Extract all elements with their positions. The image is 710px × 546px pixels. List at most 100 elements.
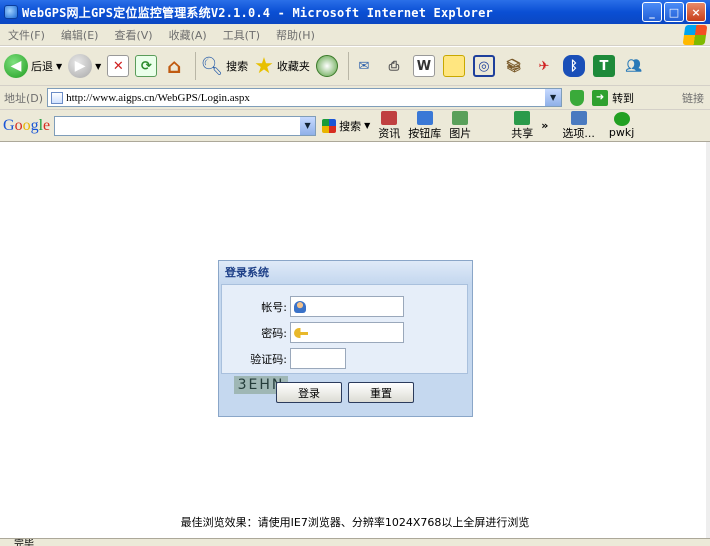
favorites-label: 收藏夹: [276, 60, 310, 73]
code-input[interactable]: [290, 348, 346, 369]
close-button[interactable]: ×: [686, 2, 706, 22]
status-text: 完毕: [14, 539, 34, 546]
news-icon: [381, 110, 398, 125]
address-url[interactable]: http://www.aigps.cn/WebGPS/Login.aspx: [66, 92, 250, 104]
status-bar: 完毕: [0, 538, 710, 546]
google-account-label: pwkj: [608, 126, 635, 139]
key-icon: [294, 327, 308, 338]
maximize-button[interactable]: □: [664, 2, 684, 22]
image-icon: [452, 110, 469, 125]
minimize-button[interactable]: _: [642, 2, 662, 22]
google-button-gallery[interactable]: 按钮库: [408, 110, 442, 141]
window-title: WebGPS网上GPS定位监控管理系统V2.1.0.4 - Microsoft …: [22, 5, 493, 20]
page-icon: [51, 91, 64, 104]
menu-help[interactable]: 帮助(H): [268, 27, 323, 43]
window-titlebar: WebGPS网上GPS定位监控管理系统V2.1.0.4 - Microsoft …: [0, 0, 710, 24]
password-row: 密码:: [222, 322, 404, 343]
menu-tools[interactable]: 工具(T): [215, 27, 268, 43]
search-label: 搜索: [226, 60, 249, 73]
google-search-button[interactable]: 搜索 ▼: [322, 118, 370, 134]
menu-bar: 文件(F) 编辑(E) 查看(V) 收藏(A) 工具(T) 帮助(H): [0, 24, 710, 46]
address-label: 地址(D): [4, 91, 44, 105]
mail-icon[interactable]: ✉: [353, 55, 375, 77]
windows-logo-icon: [682, 25, 708, 45]
window-controls: _ □ ×: [642, 2, 706, 22]
search-icon: 🔍︎: [200, 55, 224, 77]
google-share-button[interactable]: 共享: [511, 110, 534, 141]
search-button[interactable]: 🔍︎ 搜索: [200, 56, 248, 77]
star-icon: ★: [254, 53, 274, 79]
security-shield-icon[interactable]: [570, 89, 585, 106]
favorites-button[interactable]: ★ 收藏夹: [254, 54, 310, 79]
toolbar-divider: [347, 52, 349, 80]
page-content: 登录系统 帐号: 密码: 验证码: 3EHN 登录 重置: [0, 142, 710, 538]
login-dialog: 登录系统 帐号: 密码: 验证码: 3EHN 登录 重置: [218, 260, 473, 417]
google-logo: Google: [3, 116, 51, 134]
google-options-button[interactable]: 选项...: [562, 110, 595, 141]
google-search-input[interactable]: ▼: [54, 115, 317, 136]
stop-icon[interactable]: ✕: [107, 55, 130, 77]
go-button[interactable]: 转到: [612, 90, 634, 106]
print-icon[interactable]: ⎙: [383, 55, 405, 77]
google-toolbar: Google ▼ 搜索 ▼ 资讯 按钮库 图片 共享 » 选项... pwkj: [0, 110, 710, 142]
password-label: 密码:: [261, 326, 287, 340]
edit-icon[interactable]: W: [412, 55, 435, 77]
wrench-icon: [570, 110, 587, 125]
user-icon: [294, 300, 306, 313]
go-arrow-icon[interactable]: ➜: [592, 89, 609, 106]
messenger-people-icon[interactable]: 👥︎: [623, 55, 645, 77]
research-icon[interactable]: 📚︎: [503, 55, 525, 77]
google-button-gallery-label: 按钮库: [408, 126, 442, 140]
login-title: 登录系统: [219, 261, 472, 283]
google-share-label: 共享: [511, 126, 534, 140]
chevron-down-icon[interactable]: ▼: [300, 116, 316, 135]
standard-toolbar: ◀ 后退 ▼ ▶ ▼ ✕ ⟳ ⌂ 🔍︎ 搜索 ★ 收藏夹 ✉ ⎙ W ◎ 📚︎ …: [0, 47, 710, 86]
google-options-label: 选项...: [562, 126, 595, 140]
toolbar-divider: [195, 52, 197, 80]
more-chevron-icon[interactable]: »: [541, 119, 548, 132]
google-images-label: 图片: [449, 126, 472, 140]
menu-file[interactable]: 文件(F): [0, 27, 53, 43]
address-bar: 地址(D) http://www.aigps.cn/WebGPS/Login.a…: [0, 86, 710, 110]
share-icon: [514, 110, 531, 125]
note-icon[interactable]: [442, 55, 465, 77]
google-images-button[interactable]: 图片: [449, 110, 472, 141]
tool-icon[interactable]: ✈: [533, 55, 555, 77]
home-icon[interactable]: ⌂: [163, 54, 185, 78]
messenger-icon[interactable]: ◎: [472, 55, 495, 77]
login-button[interactable]: 登录: [276, 382, 342, 403]
links-button[interactable]: 链接: [682, 90, 704, 106]
plus-icon: [416, 110, 433, 125]
vertical-scrollbar[interactable]: [706, 142, 710, 538]
google-search-label: 搜索: [339, 119, 362, 133]
menu-edit[interactable]: 编辑(E): [53, 27, 107, 43]
reset-button[interactable]: 重置: [348, 382, 414, 403]
back-arrow-icon: ◀: [4, 54, 28, 78]
refresh-icon[interactable]: ⟳: [135, 55, 158, 77]
chevron-down-icon[interactable]: ▼: [364, 121, 370, 130]
google-news-button[interactable]: 资讯: [378, 110, 401, 141]
ie-app-icon: [4, 5, 18, 19]
back-button[interactable]: ◀ 后退 ▼: [4, 54, 62, 78]
chevron-down-icon[interactable]: ▼: [545, 89, 562, 106]
forward-arrow-icon: ▶: [68, 54, 93, 78]
back-label: 后退: [31, 60, 53, 73]
bluetooth-icon[interactable]: ᛒ: [562, 55, 585, 77]
chevron-down-icon[interactable]: ▼: [56, 62, 62, 71]
forward-button[interactable]: ▶ ▼: [68, 54, 101, 78]
password-input[interactable]: [290, 322, 404, 343]
menu-view[interactable]: 查看(V): [106, 27, 160, 43]
code-row: 验证码:: [222, 348, 346, 369]
account-label: 帐号:: [261, 300, 287, 314]
chevron-down-icon[interactable]: ▼: [95, 62, 101, 71]
menu-favorites[interactable]: 收藏(A): [161, 27, 215, 43]
address-input[interactable]: http://www.aigps.cn/WebGPS/Login.aspx ▼: [47, 88, 563, 107]
history-icon[interactable]: [315, 55, 338, 77]
google-g-icon: [322, 118, 337, 133]
account-input[interactable]: [290, 296, 404, 317]
app-t-icon[interactable]: T: [592, 55, 615, 77]
browser-recommendation-note: 最佳浏览效果：请使用IE7浏览器、分辨率1024X768以上全屏进行浏览: [180, 516, 530, 529]
google-news-label: 资讯: [378, 126, 401, 140]
login-form-panel: 帐号: 密码: 验证码:: [221, 284, 468, 374]
google-account-button[interactable]: pwkj: [609, 111, 634, 141]
